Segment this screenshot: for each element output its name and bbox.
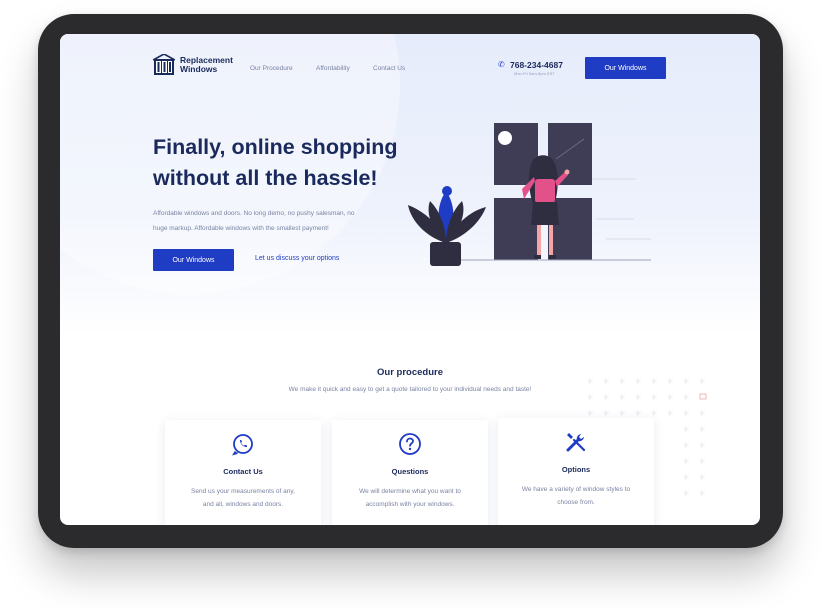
tablet-screen: Replacement Windows Our Procedure Afford… bbox=[60, 34, 760, 525]
procedure-card-options: Options We have a variety of window styl… bbox=[498, 418, 654, 525]
card-text-line-1: Send us your measurements of any, bbox=[191, 488, 295, 495]
card-text: We will determine what you want to accom… bbox=[344, 485, 476, 511]
nav-affordability[interactable]: Affordability bbox=[316, 65, 350, 72]
site-logo[interactable]: Replacement Windows bbox=[153, 54, 233, 76]
card-text-line-2: choose from. bbox=[557, 499, 595, 506]
phone-number: 768-234-4687 bbox=[510, 60, 563, 70]
card-title: Contact Us bbox=[223, 467, 263, 476]
phone-icon: ✆ bbox=[498, 60, 505, 69]
question-icon bbox=[399, 433, 421, 455]
card-title: Options bbox=[561, 465, 591, 474]
hero-illustration bbox=[408, 123, 651, 266]
moon bbox=[498, 131, 512, 145]
phone-hours: Mon-Fri 9am-5pm EST bbox=[514, 71, 555, 76]
card-text-line-2: accomplish with your windows. bbox=[365, 501, 455, 508]
logo-text: Replacement Windows bbox=[180, 56, 233, 74]
hero-description-line-1: Affordable windows and doors. No long de… bbox=[153, 210, 355, 217]
discuss-options-link[interactable]: Let us discuss your options bbox=[255, 255, 339, 262]
hero-description: Affordable windows and doors. No long de… bbox=[153, 206, 413, 236]
header-our-windows-button[interactable]: Our Windows bbox=[585, 57, 666, 79]
procedure-card-questions: Questions We will determine what you wan… bbox=[332, 420, 488, 525]
whatsapp-icon bbox=[232, 434, 253, 456]
tablet-frame: Replacement Windows Our Procedure Afford… bbox=[38, 14, 783, 548]
logo-line-2: Windows bbox=[180, 64, 218, 74]
plant-pot bbox=[430, 242, 461, 266]
nav-our-procedure[interactable]: Our Procedure bbox=[250, 65, 293, 72]
hero-description-line-2: huge markup. Affordable windows with the… bbox=[153, 225, 329, 232]
card-text-line-2: and all, windows and doors. bbox=[202, 501, 284, 508]
card-text: Send us your measurements of any, and al… bbox=[177, 485, 309, 511]
card-text-line-1: We have a variety of window styles to bbox=[521, 486, 631, 493]
card-title: Questions bbox=[391, 467, 429, 476]
window-pane-bottom-left bbox=[494, 198, 538, 260]
woman-top bbox=[535, 179, 555, 203]
window-logo-icon bbox=[153, 54, 175, 75]
procedure-card-contact: Contact Us Send us your measurements of … bbox=[165, 420, 321, 525]
tools-icon bbox=[566, 433, 586, 452]
card-text: We have a variety of window styles to ch… bbox=[510, 483, 642, 509]
card-text-line-1: We will determine what you want to bbox=[359, 488, 461, 495]
plant-flower bbox=[442, 186, 452, 196]
nav-contact-us[interactable]: Contact Us bbox=[373, 65, 405, 72]
hero-our-windows-button[interactable]: Our Windows bbox=[153, 249, 234, 271]
woman-skirt bbox=[531, 202, 559, 225]
